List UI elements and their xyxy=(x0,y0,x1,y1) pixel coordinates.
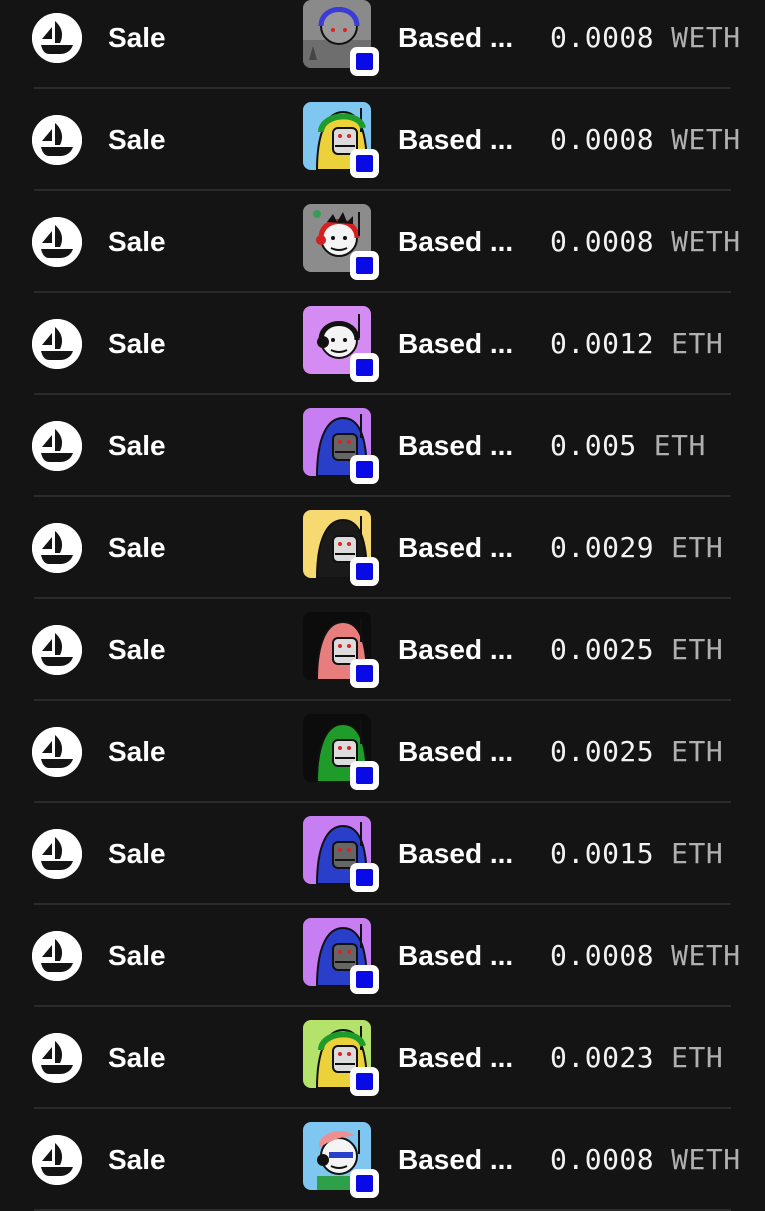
price: 0.0012 ETH xyxy=(550,327,765,361)
price: 0.0023 ETH xyxy=(550,1041,765,1075)
item-name[interactable]: Based ... xyxy=(398,531,538,565)
activity-row[interactable]: Sale Based ... 0.0012 ETH xyxy=(0,293,765,395)
event-type-label: Sale xyxy=(108,430,166,461)
activity-row[interactable]: Sale Based ... 0.0008 WETH xyxy=(0,905,765,1007)
opensea-ship-icon xyxy=(32,421,82,471)
price-amount: 0.0008 xyxy=(550,123,655,156)
price: 0.0025 ETH xyxy=(550,633,765,667)
price-amount: 0.005 xyxy=(550,429,637,462)
chain-badge-icon xyxy=(350,1067,379,1096)
chain-badge-icon xyxy=(350,659,379,688)
event-type-label: Sale xyxy=(108,1042,166,1073)
item-name[interactable]: Based ... xyxy=(398,1143,538,1177)
opensea-ship-icon xyxy=(32,115,82,165)
price-currency: ETH xyxy=(671,1041,724,1074)
activity-row[interactable]: Sale Based ... 0.005 ETH xyxy=(0,395,765,497)
item-name[interactable]: Based ... xyxy=(398,21,538,55)
item-name[interactable]: Based ... xyxy=(398,735,538,769)
price-amount: 0.0029 xyxy=(550,531,655,564)
item-name[interactable]: Based ... xyxy=(398,225,538,259)
price-amount: 0.0025 xyxy=(550,633,655,666)
opensea-ship-icon xyxy=(32,523,82,573)
price-amount: 0.0025 xyxy=(550,735,655,768)
activity-row[interactable]: Sale Based ... 0.0023 ETH xyxy=(0,1007,765,1109)
price: 0.0008 WETH xyxy=(550,939,765,973)
event-type-label: Sale xyxy=(108,532,166,563)
activity-row[interactable]: Sale Based ... 0.0025 ETH xyxy=(0,701,765,803)
chain-badge-icon xyxy=(350,47,379,76)
event-type-label: Sale xyxy=(108,226,166,257)
opensea-ship-icon xyxy=(32,727,82,777)
price: 0.0008 WETH xyxy=(550,1143,765,1177)
chain-badge-icon xyxy=(350,1169,379,1198)
activity-list: Sale Based ... 0.0008 WETH Sale Based ... 0.00… xyxy=(0,0,765,1211)
price: 0.0008 WETH xyxy=(550,21,765,55)
chain-badge-icon xyxy=(350,353,379,382)
price-currency: ETH xyxy=(671,837,724,870)
price-amount: 0.0015 xyxy=(550,837,655,870)
item-name[interactable]: Based ... xyxy=(398,837,538,871)
price-currency: ETH xyxy=(671,531,724,564)
opensea-ship-icon xyxy=(32,625,82,675)
item-name[interactable]: Based ... xyxy=(398,633,538,667)
chain-badge-icon xyxy=(350,455,379,484)
item-name[interactable]: Based ... xyxy=(398,327,538,361)
opensea-ship-icon xyxy=(32,931,82,981)
chain-badge-icon xyxy=(350,557,379,586)
price-currency: ETH xyxy=(671,633,724,666)
chain-badge-icon xyxy=(350,863,379,892)
price-amount: 0.0008 xyxy=(550,939,655,972)
event-type-label: Sale xyxy=(108,736,166,767)
price-currency: WETH xyxy=(671,123,741,156)
item-name[interactable]: Based ... xyxy=(398,429,538,463)
opensea-ship-icon xyxy=(32,829,82,879)
price-amount: 0.0008 xyxy=(550,1143,655,1176)
price: 0.005 ETH xyxy=(550,429,765,463)
chain-badge-icon xyxy=(350,965,379,994)
price: 0.0008 WETH xyxy=(550,225,765,259)
item-name[interactable]: Based ... xyxy=(398,1041,538,1075)
opensea-ship-icon xyxy=(32,13,82,63)
price: 0.0029 ETH xyxy=(550,531,765,565)
price-currency: ETH xyxy=(671,735,724,768)
chain-badge-icon xyxy=(350,761,379,790)
activity-row[interactable]: Sale Based ... 0.0029 ETH xyxy=(0,497,765,599)
price-currency: WETH xyxy=(671,939,741,972)
event-type-label: Sale xyxy=(108,838,166,869)
activity-row[interactable]: Sale Based ... 0.0008 WETH xyxy=(0,89,765,191)
activity-row[interactable]: Sale Based ... 0.0008 WETH xyxy=(0,191,765,293)
price-currency: ETH xyxy=(671,327,724,360)
activity-row[interactable]: Sale Based ... 0.0025 ETH xyxy=(0,599,765,701)
chain-badge-icon xyxy=(350,149,379,178)
event-type-label: Sale xyxy=(108,22,166,53)
event-type-label: Sale xyxy=(108,634,166,665)
price: 0.0015 ETH xyxy=(550,837,765,871)
price-currency: WETH xyxy=(671,225,741,258)
price-currency: WETH xyxy=(671,1143,741,1176)
price-amount: 0.0023 xyxy=(550,1041,655,1074)
price-amount: 0.0008 xyxy=(550,21,655,54)
activity-row[interactable]: Sale Based ... 0.0015 ETH xyxy=(0,803,765,905)
item-name[interactable]: Based ... xyxy=(398,123,538,157)
activity-row[interactable]: Sale Based ... 0.0008 WETH xyxy=(0,0,765,89)
price-currency: ETH xyxy=(653,429,706,462)
opensea-ship-icon xyxy=(32,1135,82,1185)
event-type-label: Sale xyxy=(108,1144,166,1175)
price-amount: 0.0012 xyxy=(550,327,655,360)
activity-row[interactable]: Sale Based ... 0.0008 WETH xyxy=(0,1109,765,1211)
price: 0.0025 ETH xyxy=(550,735,765,769)
price: 0.0008 WETH xyxy=(550,123,765,157)
opensea-ship-icon xyxy=(32,319,82,369)
item-name[interactable]: Based ... xyxy=(398,939,538,973)
event-type-label: Sale xyxy=(108,328,166,359)
price-currency: WETH xyxy=(671,21,741,54)
event-type-label: Sale xyxy=(108,940,166,971)
price-amount: 0.0008 xyxy=(550,225,655,258)
chain-badge-icon xyxy=(350,251,379,280)
opensea-ship-icon xyxy=(32,1033,82,1083)
event-type-label: Sale xyxy=(108,124,166,155)
opensea-ship-icon xyxy=(32,217,82,267)
